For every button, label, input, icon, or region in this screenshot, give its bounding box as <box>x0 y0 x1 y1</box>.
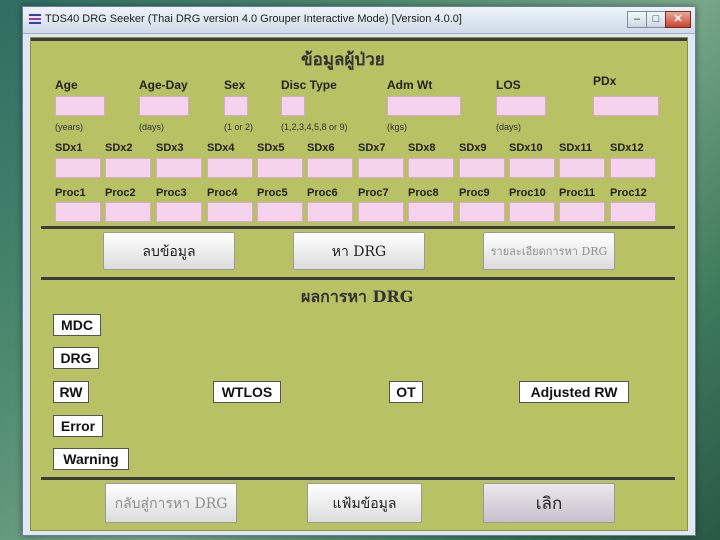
los-hint: (days) <box>496 122 522 132</box>
back-to-find-drg-button[interactable]: กลับสู่การหา DRG <box>105 483 237 523</box>
sex-input[interactable] <box>224 96 248 116</box>
proc-label: Proc7 <box>358 187 389 199</box>
proc-label: Proc3 <box>156 187 187 199</box>
proc8-input[interactable] <box>408 202 454 222</box>
adjusted-rw-result: Adjusted RW <box>519 381 629 403</box>
sdx-label: SDx3 <box>156 142 184 154</box>
sdx-label: SDx12 <box>610 142 644 154</box>
proc1-input[interactable] <box>55 202 101 222</box>
sdx-label: SDx10 <box>509 142 543 154</box>
proc4-input[interactable] <box>207 202 253 222</box>
proc-label: Proc10 <box>509 187 546 199</box>
age-day-input[interactable] <box>139 96 189 116</box>
proc-label: Proc1 <box>55 187 86 199</box>
proc-label: Proc12 <box>610 187 647 199</box>
sdx-label: SDx9 <box>459 142 487 154</box>
proc7-input[interactable] <box>358 202 404 222</box>
sex-hint: (1 or 2) <box>224 122 254 132</box>
maximize-button[interactable]: □ <box>646 11 666 28</box>
proc6-input[interactable] <box>307 202 353 222</box>
pdx-label: PDx <box>593 74 617 88</box>
pdx-input[interactable] <box>593 96 659 116</box>
sdx5-input[interactable] <box>257 158 303 178</box>
minimize-button[interactable]: – <box>627 11 647 28</box>
app-window: TDS40 DRG Seeker (Thai DRG version 4.0 G… <box>22 6 696 536</box>
los-input[interactable] <box>496 96 546 116</box>
sdx-label: SDx5 <box>257 142 285 154</box>
rw-result: RW <box>53 381 89 403</box>
sdx-label: SDx7 <box>358 142 386 154</box>
title-bar[interactable]: TDS40 DRG Seeker (Thai DRG version 4.0 G… <box>23 7 695 34</box>
sdx-label: SDx11 <box>559 142 593 154</box>
footer-divider <box>41 477 675 480</box>
sdx10-input[interactable] <box>509 158 555 178</box>
wtlos-result: WTLOS <box>213 381 281 403</box>
adm-wt-input[interactable] <box>387 96 461 116</box>
sdx2-input[interactable] <box>105 158 151 178</box>
proc-label: Proc4 <box>207 187 238 199</box>
top-divider <box>31 38 687 41</box>
sdx-label: SDx4 <box>207 142 235 154</box>
proc-label: Proc11 <box>559 187 596 199</box>
form-area: ข้อมูลผู้ป่วย Age Age-Day Sex Disc Type … <box>30 37 688 531</box>
proc-label: Proc9 <box>459 187 490 199</box>
result-divider <box>41 277 675 280</box>
proc12-input[interactable] <box>610 202 656 222</box>
data-file-button[interactable]: แฟ้มข้อมูล <box>307 483 422 523</box>
app-icon <box>29 14 41 25</box>
sdx-label: SDx8 <box>408 142 436 154</box>
proc-label: Proc5 <box>257 187 288 199</box>
proc9-input[interactable] <box>459 202 505 222</box>
sdx12-input[interactable] <box>610 158 656 178</box>
proc-label: Proc8 <box>408 187 439 199</box>
mdc-result: MDC <box>53 314 101 336</box>
proc3-input[interactable] <box>156 202 202 222</box>
sdx-label: SDx1 <box>55 142 83 154</box>
sdx4-input[interactable] <box>207 158 253 178</box>
proc11-input[interactable] <box>559 202 605 222</box>
age-input[interactable] <box>55 96 105 116</box>
exit-button[interactable]: เลิก <box>483 483 615 523</box>
proc-label: Proc6 <box>307 187 338 199</box>
disc-type-input[interactable] <box>281 96 305 116</box>
patient-section-title: ข้อมูลผู้ป่วย <box>301 50 385 70</box>
disc-type-hint: (1,2,3,4,5,8 or 9) <box>281 122 348 132</box>
drg-details-button[interactable]: รายละเอียดการหา DRG <box>483 232 615 270</box>
sdx7-input[interactable] <box>358 158 404 178</box>
sdx8-input[interactable] <box>408 158 454 178</box>
adm-wt-label: Adm Wt <box>387 78 433 92</box>
sdx3-input[interactable] <box>156 158 202 178</box>
sex-label: Sex <box>224 78 246 92</box>
clear-data-button[interactable]: ลบข้อมูล <box>103 232 235 270</box>
close-button[interactable]: ✕ <box>665 11 691 28</box>
ot-result: OT <box>389 381 423 403</box>
result-section-title: ผลการหา DRG <box>301 287 414 306</box>
age-hint: (years) <box>55 122 84 132</box>
warning-result: Warning <box>53 448 129 470</box>
sdx1-input[interactable] <box>55 158 101 178</box>
disc-type-label: Disc Type <box>281 78 337 92</box>
proc2-input[interactable] <box>105 202 151 222</box>
drg-result: DRG <box>53 347 99 369</box>
adm-wt-hint: (kgs) <box>387 122 407 132</box>
proc5-input[interactable] <box>257 202 303 222</box>
sdx11-input[interactable] <box>559 158 605 178</box>
sdx-label: SDx6 <box>307 142 335 154</box>
sdx9-input[interactable] <box>459 158 505 178</box>
age-day-label: Age-Day <box>139 78 188 92</box>
window-title: TDS40 DRG Seeker (Thai DRG version 4.0 G… <box>45 13 462 25</box>
age-day-hint: (days) <box>139 122 165 132</box>
error-result: Error <box>53 415 103 437</box>
sdx6-input[interactable] <box>307 158 353 178</box>
sdx-label: SDx2 <box>105 142 133 154</box>
age-label: Age <box>55 78 78 92</box>
los-label: LOS <box>496 78 521 92</box>
proc-label: Proc2 <box>105 187 136 199</box>
find-drg-button[interactable]: หา DRG <box>293 232 425 270</box>
proc10-input[interactable] <box>509 202 555 222</box>
section-divider <box>41 226 675 229</box>
